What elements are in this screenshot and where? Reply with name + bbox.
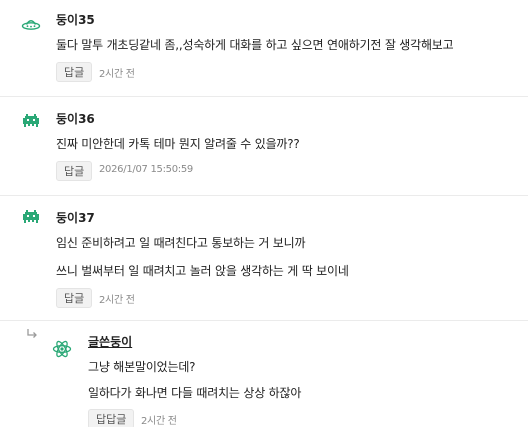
divider	[0, 96, 528, 97]
atom-icon	[52, 339, 72, 359]
comment-text: 둘다 말투 개초딩같네 좀,,성숙하게 대화를 하고 싶으면 연애하기전 잘 생…	[56, 38, 454, 52]
ufo-icon	[21, 14, 41, 34]
reply-arrow-icon	[26, 328, 38, 343]
reply-button[interactable]: 답글	[56, 161, 93, 181]
comment-text: 임신 준비하려고 일 때려친다고 통보하는 거 보니까	[56, 236, 306, 250]
comment-author[interactable]: 둥이37	[56, 209, 95, 226]
comment-time: 2시간 전	[99, 69, 135, 80]
comment-text: 진짜 미안한데 카톡 테마 뭔지 알려줄 수 있을까??	[56, 137, 300, 151]
comment-author[interactable]: 둥이35	[56, 11, 95, 28]
reply-button[interactable]: 답글	[56, 62, 93, 82]
reply-author[interactable]: 글쓴둥이	[88, 333, 132, 350]
comment-author[interactable]: 둥이36	[56, 110, 95, 127]
reply-to-reply-button[interactable]: 답답글	[88, 409, 135, 427]
comment-time: 2026/1/07 15:50:59	[99, 164, 193, 175]
comment-text: 쓰니 벌써부터 일 때려치고 놀러 앉을 생각하는 게 딱 보이네	[56, 264, 349, 278]
reply-button[interactable]: 답글	[56, 288, 93, 308]
divider	[0, 195, 528, 196]
reply-text: 일하다가 화나면 다들 때려치는 상상 하잖아	[88, 386, 302, 400]
comment-time: 2시간 전	[99, 295, 135, 306]
divider	[0, 320, 528, 321]
invader-icon	[21, 207, 41, 227]
invader-icon	[21, 111, 41, 131]
reply-text: 그냥 해본말이었는데?	[88, 360, 196, 374]
reply-time: 2시간 전	[141, 416, 177, 427]
